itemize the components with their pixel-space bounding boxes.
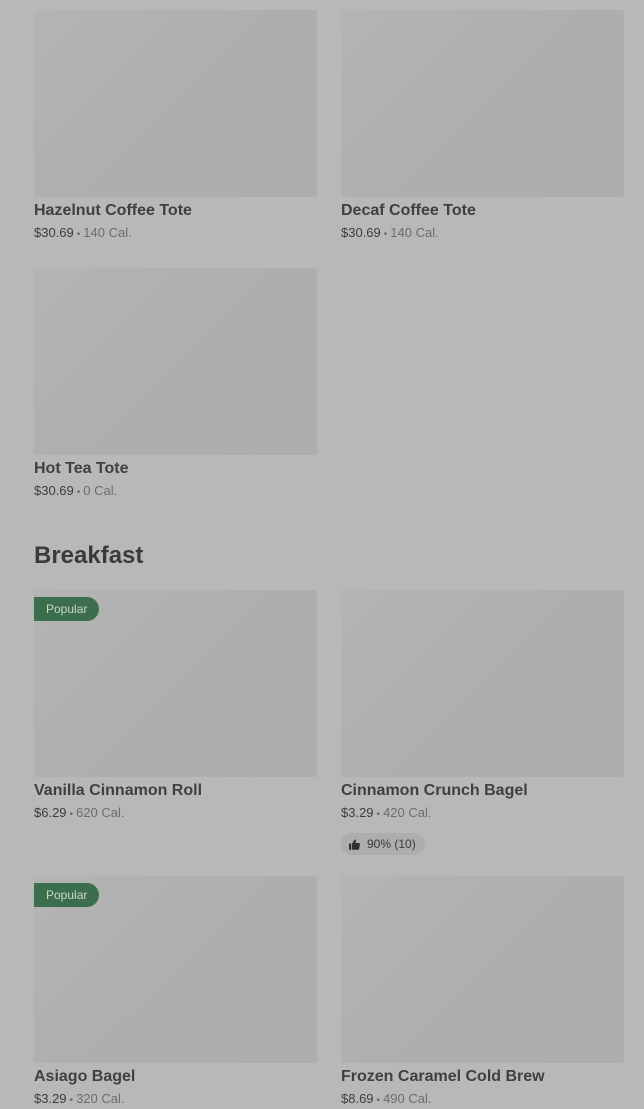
item-calories: 420 Cal.: [383, 805, 432, 820]
item-calories: 0 Cal.: [83, 483, 118, 498]
separator-dot: •: [376, 1095, 381, 1106]
menu-item-card[interactable]: Hazelnut Coffee Tote $30.69 • 140 Cal.: [34, 10, 317, 242]
item-image: [341, 10, 624, 197]
item-name: Frozen Caramel Cold Brew: [341, 1068, 545, 1085]
item-name: Cinnamon Crunch Bagel: [341, 782, 528, 799]
item-price: $3.29: [341, 805, 374, 820]
item-calories: 140 Cal.: [83, 225, 132, 240]
rating-text: 90% (10): [367, 837, 416, 851]
item-calories: 490 Cal.: [383, 1091, 432, 1106]
item-price: $8.69: [341, 1091, 374, 1106]
rating-pill: 90% (10): [341, 833, 425, 855]
item-meta: $30.69 • 140 Cal.: [34, 226, 317, 242]
item-price: $30.69: [34, 225, 74, 240]
item-meta: $8.69 • 490 Cal.: [341, 1092, 624, 1108]
separator-dot: •: [69, 1095, 74, 1106]
item-image: [341, 590, 624, 777]
menu-item-card[interactable]: Cinnamon Crunch Bagel $3.29 • 420 Cal. 90%…: [341, 590, 624, 855]
item-image: [34, 10, 317, 197]
item-name: Asiago Bagel: [34, 1068, 136, 1085]
item-meta: $6.29 • 620 Cal.: [34, 806, 317, 822]
item-image: Popular: [34, 876, 317, 1063]
item-calories: 320 Cal.: [76, 1091, 125, 1106]
top-items-grid: Hazelnut Coffee Tote $30.69 • 140 Cal. Dec…: [34, 10, 624, 500]
popular-badge: Popular: [34, 597, 100, 621]
item-image: [341, 876, 624, 1063]
thumbs-up-icon: [349, 839, 360, 850]
menu-item-card[interactable]: Frozen Caramel Cold Brew $8.69 • 490 Cal.: [341, 876, 624, 1108]
menu-item-card[interactable]: Popular Vanilla Cinnamon Roll $6.29 • 620 …: [34, 590, 317, 848]
separator-dot: •: [383, 229, 388, 240]
item-price: $6.29: [34, 805, 67, 820]
item-calories: 620 Cal.: [76, 805, 125, 820]
item-image: Popular: [34, 590, 317, 777]
menu-item-card[interactable]: Hot Tea Tote $30.69 • 0 Cal.: [34, 268, 317, 500]
item-meta: $3.29 • 420 Cal.: [341, 806, 624, 822]
item-meta: $30.69 • 140 Cal.: [341, 226, 624, 242]
item-price: $3.29: [34, 1091, 67, 1106]
separator-dot: •: [376, 809, 381, 820]
item-name: Hot Tea Tote: [34, 460, 129, 477]
separator-dot: •: [76, 487, 81, 498]
item-price: $30.69: [34, 483, 74, 498]
section-title-breakfast: Breakfast: [34, 542, 144, 569]
item-name: Vanilla Cinnamon Roll: [34, 782, 203, 799]
item-name: Hazelnut Coffee Tote: [34, 202, 192, 219]
item-name: Decaf Coffee Tote: [341, 202, 476, 219]
menu-item-card[interactable]: Popular Asiago Bagel $3.29 • 320 Cal.: [34, 876, 317, 1108]
separator-dot: •: [69, 809, 74, 820]
separator-dot: •: [76, 229, 81, 240]
item-image: [34, 268, 317, 455]
item-meta: $30.69 • 0 Cal.: [34, 484, 317, 500]
popular-badge: Popular: [34, 883, 100, 907]
item-price: $30.69: [341, 225, 381, 240]
menu-item-card[interactable]: Decaf Coffee Tote $30.69 • 140 Cal.: [341, 10, 624, 242]
item-calories: 140 Cal.: [390, 225, 439, 240]
breakfast-grid: Popular Vanilla Cinnamon Roll $6.29 • 620 …: [34, 590, 624, 1108]
item-meta: $3.29 • 320 Cal.: [34, 1092, 317, 1108]
